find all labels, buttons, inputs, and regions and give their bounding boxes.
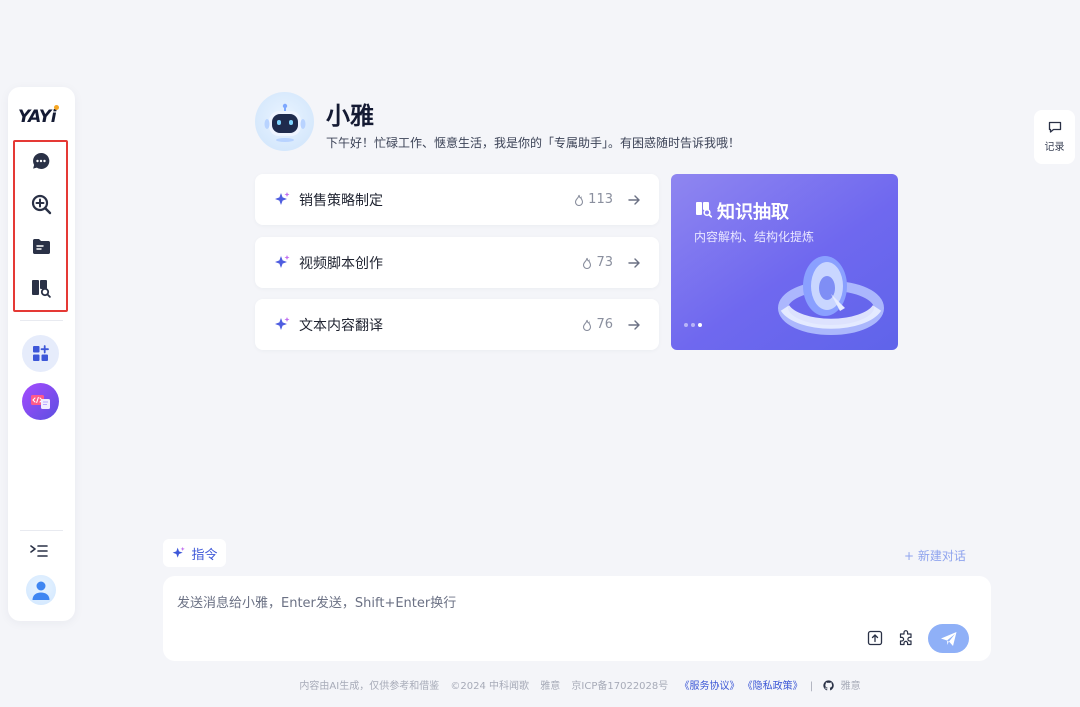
yayi-logo[interactable]: YAYi	[18, 105, 66, 129]
command-label: 指令	[191, 547, 218, 563]
footer-disclaimer: 内容由AI生成，仅供参考和借鉴	[299, 681, 440, 692]
carousel-dot[interactable]	[691, 323, 695, 327]
collapse-sidebar-icon[interactable]	[30, 543, 52, 561]
sparkle-icon	[275, 191, 290, 205]
code-app-icon[interactable]	[22, 383, 59, 420]
terms-link[interactable]: 《服务协议》	[679, 681, 739, 692]
apps-grid-icon[interactable]	[22, 335, 59, 372]
sparkle-icon	[275, 254, 290, 268]
carousel-dot[interactable]	[684, 323, 688, 327]
footer-brand: 雅意	[540, 681, 561, 692]
feature-card-knowledge-extraction[interactable]: 知识抽取 内容解构、结构化提炼	[671, 174, 898, 350]
usage-count: 73	[582, 255, 613, 270]
search-plus-icon[interactable]	[28, 191, 54, 217]
send-icon	[940, 631, 956, 646]
arrow-right-icon	[628, 319, 640, 330]
send-button[interactable]	[928, 624, 969, 653]
sparkle-icon	[173, 546, 186, 558]
footer: 内容由AI生成，仅供参考和借鉴 ©2024 中科闻歌 雅意 京ICP备17022…	[299, 680, 861, 692]
record-label: 记录	[1044, 142, 1065, 153]
assistant-avatar	[255, 92, 314, 151]
assistant-name: 小雅	[326, 102, 374, 130]
book-search-icon	[696, 202, 713, 218]
flame-icon	[575, 194, 584, 206]
flame-icon	[583, 257, 592, 269]
suggestion-label: 文本内容翻译	[299, 317, 383, 334]
history-record-button[interactable]: 记录	[1034, 110, 1075, 164]
suggestion-card[interactable]: 文本内容翻译 76	[255, 299, 659, 350]
usage-count: 113	[574, 192, 613, 207]
sidebar-divider-bottom	[20, 530, 63, 531]
suggestion-label: 视频脚本创作	[299, 255, 383, 272]
sidebar: YAYi	[8, 87, 75, 621]
footer-icp[interactable]: 京ICP备17022028号	[571, 681, 668, 692]
carousel-dots[interactable]	[684, 323, 702, 327]
folder-icon[interactable]	[28, 233, 54, 259]
message-composer	[163, 576, 991, 661]
carousel-dot-active[interactable]	[698, 323, 702, 327]
sparkle-icon	[275, 316, 290, 330]
arrow-right-icon	[628, 257, 640, 268]
suggestion-card[interactable]: 销售策略制定 113	[255, 174, 659, 225]
new-chat-label: + 新建对话	[904, 549, 966, 563]
feature-title: 知识抽取	[717, 202, 789, 223]
github-icon[interactable]	[823, 680, 835, 691]
upload-icon[interactable]	[865, 628, 885, 648]
usage-count-value: 76	[596, 317, 613, 332]
footer-copyright: ©2024 中科闻歌	[450, 681, 530, 692]
privacy-link[interactable]: 《隐私政策》	[743, 681, 803, 692]
message-input[interactable]	[177, 592, 857, 616]
ring-illustration	[778, 256, 884, 335]
history-icon	[1048, 121, 1061, 133]
arrow-right-icon	[628, 194, 640, 205]
book-search-icon[interactable]	[28, 275, 54, 301]
command-button[interactable]: 指令	[163, 539, 226, 567]
chat-bubble-icon[interactable]	[28, 148, 54, 174]
usage-count-value: 73	[596, 255, 613, 270]
new-chat-button[interactable]: + 新建对话	[904, 547, 966, 564]
user-avatar[interactable]	[26, 575, 56, 605]
usage-count-value: 113	[588, 192, 613, 207]
sidebar-divider	[20, 320, 63, 321]
feature-subtitle: 内容解构、结构化提炼	[694, 230, 815, 244]
suggestion-label: 销售策略制定	[299, 192, 383, 209]
greeting-text: 下午好！忙碌工作、惬意生活，我是你的「专属助手」。有困惑随时告诉我哦！	[326, 136, 741, 150]
plugin-icon[interactable]	[896, 628, 916, 648]
suggestion-card[interactable]: 视频脚本创作 73	[255, 237, 659, 288]
github-label[interactable]: 雅意	[841, 681, 861, 692]
usage-count: 76	[582, 317, 613, 332]
flame-icon	[583, 319, 592, 331]
